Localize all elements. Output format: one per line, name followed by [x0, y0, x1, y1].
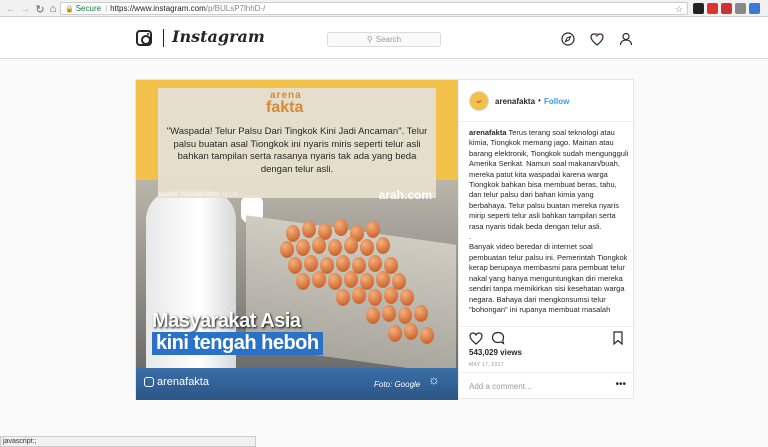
avatar[interactable]: AF: [469, 91, 489, 111]
lightbulb-icon: ☼: [428, 372, 440, 387]
lock-icon: 🔒: [65, 5, 74, 13]
image-caption-line2: kini tengah heboh: [152, 332, 323, 355]
browser-status-bar: javascript:;: [0, 436, 256, 447]
like-heart-icon[interactable]: [469, 331, 483, 345]
caption-separator: .: [469, 232, 472, 242]
instagram-header: Instagram ⚲ Search: [0, 17, 768, 59]
image-source: Source: Youtube/ DRSI TECH: [158, 192, 238, 198]
image-handle: arenafakta: [144, 376, 209, 388]
view-count[interactable]: 543,029 views: [469, 348, 522, 357]
instagram-small-icon: [144, 377, 154, 387]
logo-divider: [163, 29, 164, 47]
caption-paragraph-1: Terus terang soal teknologi atau kimia, …: [469, 128, 629, 231]
image-quote: "Waspada! Telur Palsu Dari Tingkok Kini …: [166, 126, 428, 175]
profile-icon[interactable]: [618, 31, 634, 47]
extension-icon[interactable]: [707, 3, 718, 14]
comment-bubble-icon[interactable]: [491, 331, 505, 345]
post-sidebar: AF arenafakta • Follow arenafakta Terus …: [458, 80, 636, 400]
search-input[interactable]: ⚲ Search: [327, 32, 441, 47]
post-card: arena fakta "Waspada! Telur Palsu Dari T…: [135, 79, 636, 400]
image-domain-tag: arah.com: [378, 188, 432, 202]
instagram-wordmark[interactable]: Instagram: [172, 27, 265, 46]
photo-credit: Foto: Google: [374, 380, 421, 389]
post-header: AF arenafakta • Follow: [459, 80, 636, 122]
more-options-button[interactable]: •••: [615, 379, 626, 390]
post-image[interactable]: arena fakta "Waspada! Telur Palsu Dari T…: [136, 80, 458, 400]
brand-logo-bottom: fakta: [266, 99, 304, 116]
bookmark-icon[interactable]: [611, 331, 625, 345]
reload-icon[interactable]: ↻: [33, 2, 47, 16]
image-caption-line1: Masyarakat Asia: [152, 310, 301, 332]
search-icon: ⚲: [366, 35, 373, 44]
caption-text: arenafakta Terus terang soal teknologi a…: [469, 128, 629, 324]
caption-username[interactable]: arenafakta: [469, 128, 507, 137]
post-actions: [459, 326, 636, 350]
url-host: https://www.instagram.com: [110, 4, 206, 13]
forward-icon[interactable]: →: [18, 2, 32, 16]
instagram-camera-icon[interactable]: [136, 30, 152, 46]
browser-menu-icon[interactable]: ⋮: [754, 2, 764, 13]
browser-toolbar: ← → ↻ ⌂ 🔒 Secure | https://www.instagram…: [0, 0, 768, 17]
home-icon[interactable]: ⌂: [46, 2, 60, 16]
secure-label: Secure: [75, 4, 102, 13]
back-icon[interactable]: ←: [4, 2, 18, 16]
post-username[interactable]: arenafakta: [495, 97, 535, 106]
explore-compass-icon[interactable]: [560, 31, 576, 47]
extension-icon[interactable]: [721, 3, 732, 14]
post-date: MAY 17, 2017: [469, 362, 504, 368]
caption-paragraph-2: Banyak video beredar di internet soal pe…: [469, 242, 628, 314]
add-comment-bar: Add a comment... •••: [459, 372, 636, 400]
url-path: /p/BULsP7lhhD-/: [205, 4, 266, 13]
address-bar[interactable]: 🔒 Secure | https://www.instagram.com /p/…: [60, 2, 688, 15]
follow-button[interactable]: Follow: [544, 97, 569, 106]
bookmark-star-icon[interactable]: ☆: [675, 4, 683, 15]
extension-icon[interactable]: [693, 3, 704, 14]
notification-dot: [595, 33, 598, 36]
extension-icon[interactable]: [735, 3, 746, 14]
search-placeholder: Search: [375, 35, 402, 44]
add-comment-input[interactable]: Add a comment...: [469, 382, 532, 391]
